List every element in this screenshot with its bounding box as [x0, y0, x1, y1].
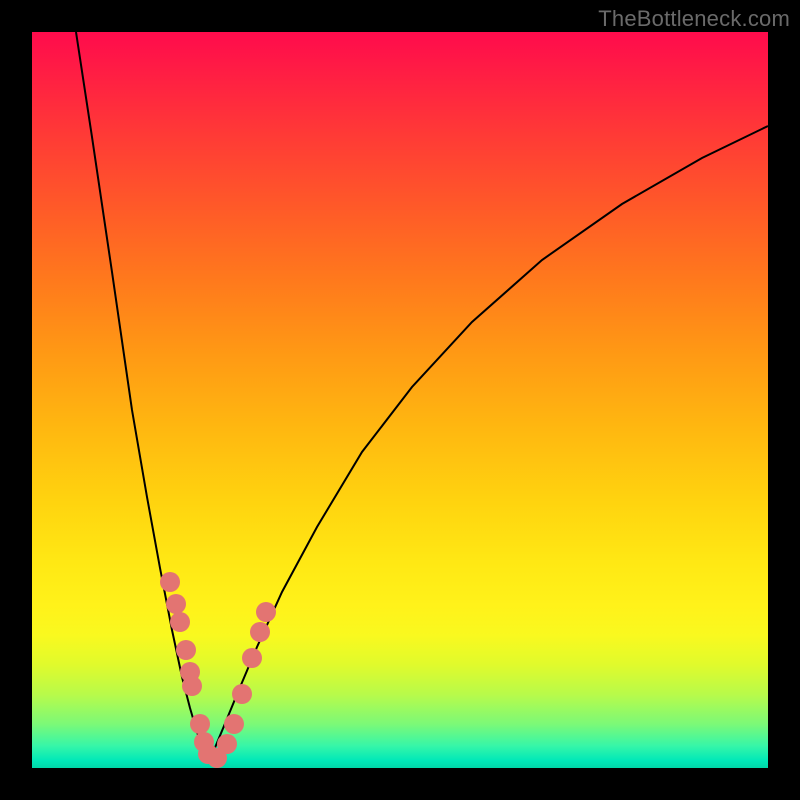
chart-frame: TheBottleneck.com [0, 0, 800, 800]
data-marker [190, 714, 210, 734]
plot-area [32, 32, 768, 768]
data-marker [160, 572, 180, 592]
data-marker [224, 714, 244, 734]
data-marker [182, 676, 202, 696]
curve-layer [32, 32, 768, 768]
data-marker [250, 622, 270, 642]
data-marker [166, 594, 186, 614]
data-marker [176, 640, 196, 660]
data-marker [217, 734, 237, 754]
data-marker [256, 602, 276, 622]
data-marker [242, 648, 262, 668]
data-marker [232, 684, 252, 704]
data-marker [170, 612, 190, 632]
curve-right-branch [207, 126, 768, 762]
watermark-label: TheBottleneck.com [598, 6, 790, 32]
